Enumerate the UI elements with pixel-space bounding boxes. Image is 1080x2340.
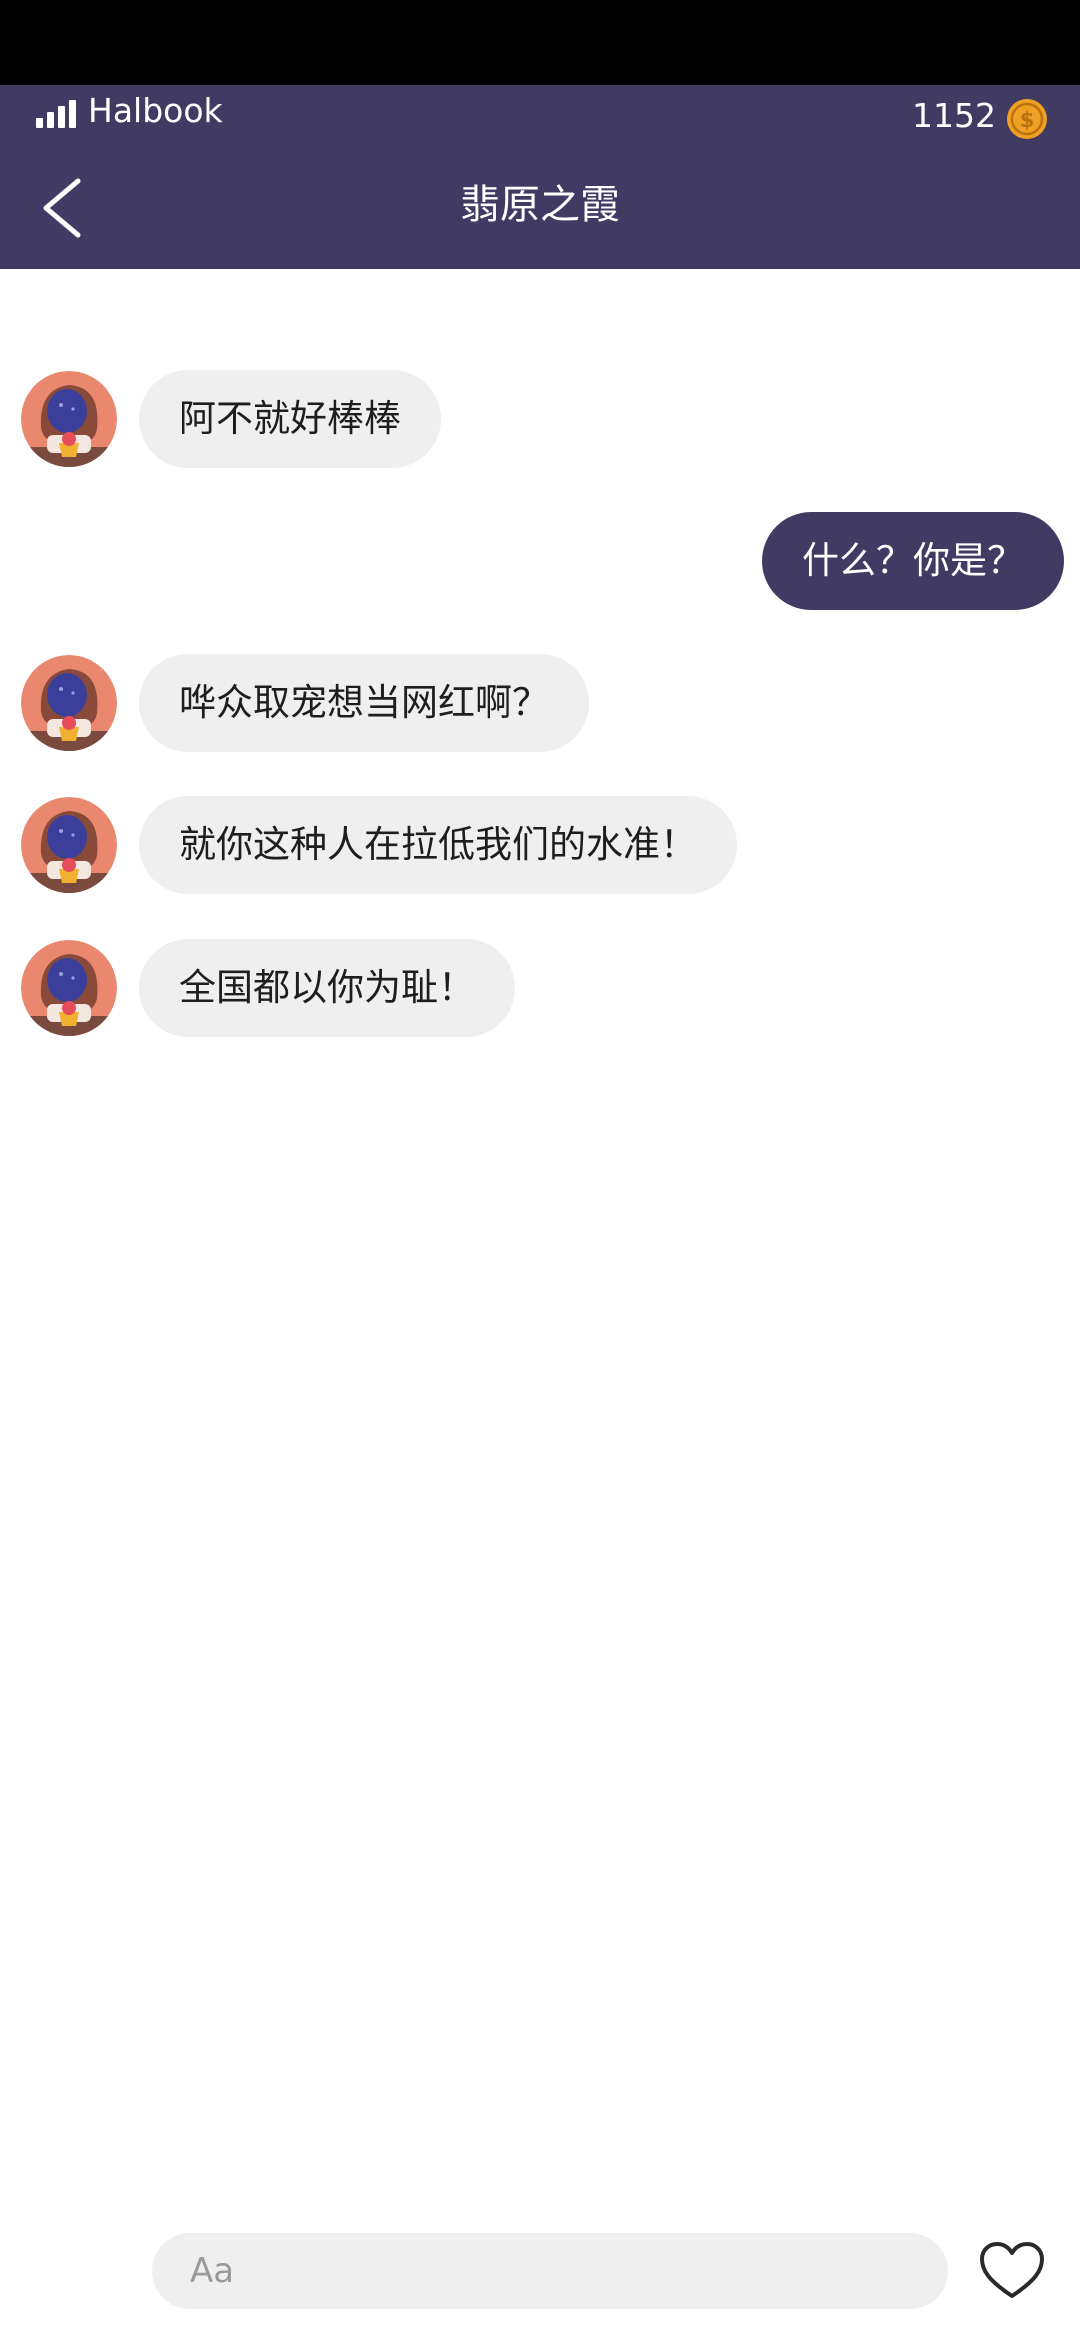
coin-balance: 1152 (912, 96, 996, 135)
message-outgoing: 什么？你是？ (0, 512, 1080, 612)
avatar[interactable] (21, 655, 117, 751)
message-bubble[interactable]: 什么？你是？ (762, 512, 1064, 610)
message-input[interactable] (152, 2233, 948, 2309)
heart-outline-icon (980, 2242, 1044, 2298)
avatar[interactable] (21, 940, 117, 1036)
message-bubble[interactable]: 哗众取宠想当网红啊？ (139, 654, 589, 752)
message-composer (152, 2233, 948, 2309)
avatar[interactable] (21, 797, 117, 893)
message-bubble[interactable]: 阿不就好棒棒 (139, 370, 441, 468)
chat-title: 翡原之霞 (460, 182, 620, 228)
signal-bars-icon (36, 98, 78, 128)
like-button[interactable] (978, 2240, 1046, 2302)
message-list[interactable]: 阿不就好棒棒 什么？你是？ 哗众取宠想当网红啊？ 就你这种人在拉低我们的水准！ … (0, 269, 1080, 2199)
carrier-name: Halbook (88, 91, 223, 130)
message-bubble[interactable]: 就你这种人在拉低我们的水准！ (139, 796, 737, 894)
message-bubble[interactable]: 全国都以你为耻！ (139, 939, 515, 1037)
app-header: Halbook 1152 $ 翡原之霞 (0, 85, 1080, 269)
avatar[interactable] (21, 371, 117, 467)
svg-text:$: $ (1020, 108, 1035, 132)
system-top-bar (0, 0, 1080, 85)
dollar-coin-icon: $ (1007, 99, 1047, 139)
